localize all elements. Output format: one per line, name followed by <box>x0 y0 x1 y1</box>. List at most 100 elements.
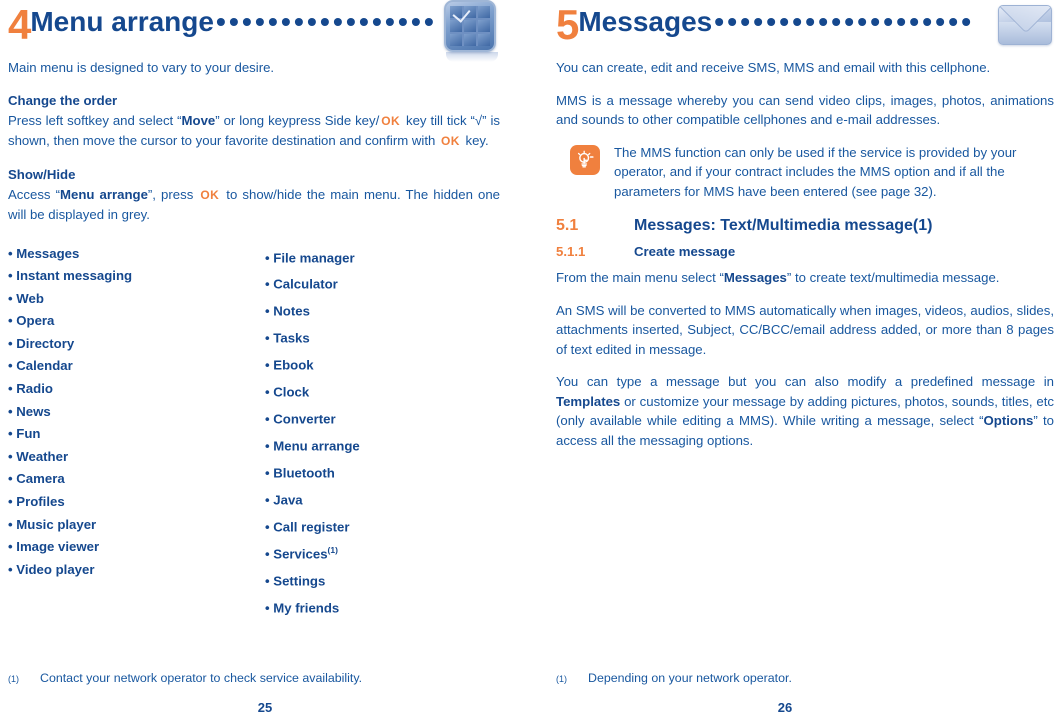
paragraph-create-message: From the main menu select “Messages” to … <box>556 268 1054 288</box>
list-item: • Music player <box>8 516 97 532</box>
text-run: Press left softkey and select “ <box>8 112 182 128</box>
dot-leader: •••••••••••••••••••• <box>714 6 975 37</box>
dot-leader: ••••••••••••••••• <box>215 6 438 37</box>
lightbulb-icon <box>570 144 600 175</box>
chapter-number: 4 <box>8 1 31 48</box>
section-title: Messages: Text/Multimedia message <box>634 217 913 234</box>
text-run: ” to create text/multimedia message. <box>786 270 1000 285</box>
bold-menu-arrange: Menu arrange <box>60 186 148 202</box>
list-item: • Fun <box>8 426 41 442</box>
menu-grid-icon <box>444 0 500 62</box>
text-run: ”, press <box>147 186 199 202</box>
ok-key-icon: OK <box>441 134 460 148</box>
ok-key-icon: OK <box>200 187 220 202</box>
paragraph-sms-to-mms: An SMS will be converted to MMS automati… <box>556 302 1054 357</box>
list-item-label: • File manager <box>265 249 355 265</box>
bold-move: Move <box>181 112 216 128</box>
footnote-marker: (1) <box>556 674 567 684</box>
footnote-marker: (1) <box>327 545 338 556</box>
chapter-title-wrap: Messages •••••••••••••••••••• <box>578 0 998 38</box>
list-item-label: • Call register <box>265 519 350 535</box>
bold-templates: Templates <box>556 393 621 409</box>
list-item: • Image viewer <box>8 539 100 555</box>
text-run: key. <box>461 133 489 148</box>
page-number-right: 26 <box>777 700 793 715</box>
page-spread: 4 Menu arrange ••••••••••••••••• Main me… <box>0 0 1060 724</box>
list-item: • Calendar <box>8 358 73 374</box>
text-run: Access “ <box>8 186 60 202</box>
menu-item-lists: • Messages • Instant messaging • Web • O… <box>8 243 500 621</box>
menu-list-column-2: • File manager • Calculator • Notes • Ta… <box>243 243 500 621</box>
section-title: Create message <box>634 244 736 259</box>
text-run: ” or long keypress Side key/ <box>215 112 380 128</box>
list-item: • Services(1) <box>265 539 500 566</box>
list-item: • File manager <box>265 243 500 270</box>
footnote-marker: (1) <box>912 217 933 234</box>
list-item-label: • Java <box>265 492 303 508</box>
section-number: 5.1.1 <box>556 244 586 259</box>
list-item: • Instant messaging <box>8 268 133 284</box>
list-item: • Weather <box>8 448 69 464</box>
list-item: • Profiles <box>8 494 65 510</box>
list-item-label: • Notes <box>265 303 310 319</box>
list-item: • Clock <box>265 377 500 404</box>
footnote-text: Depending on your network operator. <box>588 671 792 685</box>
paragraph-show-hide: Access “Menu arrange”, press OK to show/… <box>8 185 500 225</box>
list-item: • Camera <box>8 471 65 487</box>
text-run: You can type a message but you can also … <box>556 374 1054 389</box>
list-item-label: • Calculator <box>265 276 338 292</box>
list-item: • Messages <box>8 245 80 261</box>
list-item: • Settings <box>265 566 500 593</box>
list-item-label: • Bluetooth <box>265 465 335 481</box>
text-run: From the main menu select “ <box>556 270 724 285</box>
intro-paragraph: Main menu is designed to vary to your de… <box>8 60 275 75</box>
section-heading-5-1-1: 5.1.1 Create message <box>556 244 1054 259</box>
chapter-header-messages: 5 Messages •••••••••••••••••••• <box>556 0 1054 58</box>
paragraph-mms-definition: MMS is a message whereby you can send vi… <box>556 92 1054 128</box>
footnote-text: Contact your network operator to check s… <box>40 671 363 685</box>
list-item: • Radio <box>8 381 53 397</box>
bold-options: Options <box>983 413 1034 428</box>
ok-key-icon: OK <box>381 113 401 128</box>
section-number: 5.1 <box>556 217 579 234</box>
list-item: • Bluetooth <box>265 458 500 485</box>
page-title: Messages <box>578 6 713 37</box>
section-heading-5-1: 5.1 Messages: Text/Multimedia message (1) <box>556 217 1054 235</box>
list-item: • Directory <box>8 335 75 351</box>
list-item-label: • Services <box>265 546 328 562</box>
menu-list-column-1: • Messages • Instant messaging • Web • O… <box>8 243 243 621</box>
chapter-number: 5 <box>556 1 579 48</box>
heading-show-hide: Show/Hide <box>8 166 76 182</box>
chapter-header-menu-arrange: 4 Menu arrange ••••••••••••••••• <box>8 0 500 62</box>
list-item-label: • Settings <box>265 573 326 589</box>
footnote-right: (1) Depending on your network operator. <box>556 670 792 688</box>
list-item: • Java <box>265 485 500 512</box>
footnote-marker: (1) <box>8 674 19 684</box>
list-item-label: • Tasks <box>265 330 310 346</box>
list-item: • Converter <box>265 404 500 431</box>
list-item-label: • Menu arrange <box>265 438 360 454</box>
list-item: • Opera <box>8 313 55 329</box>
list-item-label: • Converter <box>265 411 336 427</box>
list-item-label: • My friends <box>265 600 340 616</box>
page-number-left: 25 <box>257 700 273 715</box>
note-box: The MMS function can only be used if the… <box>570 143 1054 202</box>
text-run: or customize your message by adding pict… <box>556 393 1054 429</box>
list-item-label: • Ebook <box>265 357 314 373</box>
list-item: • My friends <box>265 593 500 620</box>
list-item: • Calculator <box>265 269 500 296</box>
chapter-title-wrap: Menu arrange ••••••••••••••••• <box>30 0 444 38</box>
page-title: Menu arrange <box>30 6 214 37</box>
list-item: • Notes <box>265 296 500 323</box>
envelope-icon <box>998 0 1054 56</box>
list-item: • Call register <box>265 512 500 539</box>
list-item: • Video player <box>8 561 95 577</box>
paragraph-change-the-order: Press left softkey and select “Move” or … <box>8 111 500 152</box>
bold-messages: Messages <box>723 270 787 285</box>
list-item: • Menu arrange <box>265 431 500 458</box>
paragraph-templates-options: You can type a message but you can also … <box>556 372 1054 450</box>
footnote-left: (1) Contact your network operator to che… <box>8 670 362 688</box>
list-item: • Tasks <box>265 323 500 350</box>
list-item: • Web <box>8 290 44 306</box>
list-item-label: • Clock <box>265 384 310 400</box>
